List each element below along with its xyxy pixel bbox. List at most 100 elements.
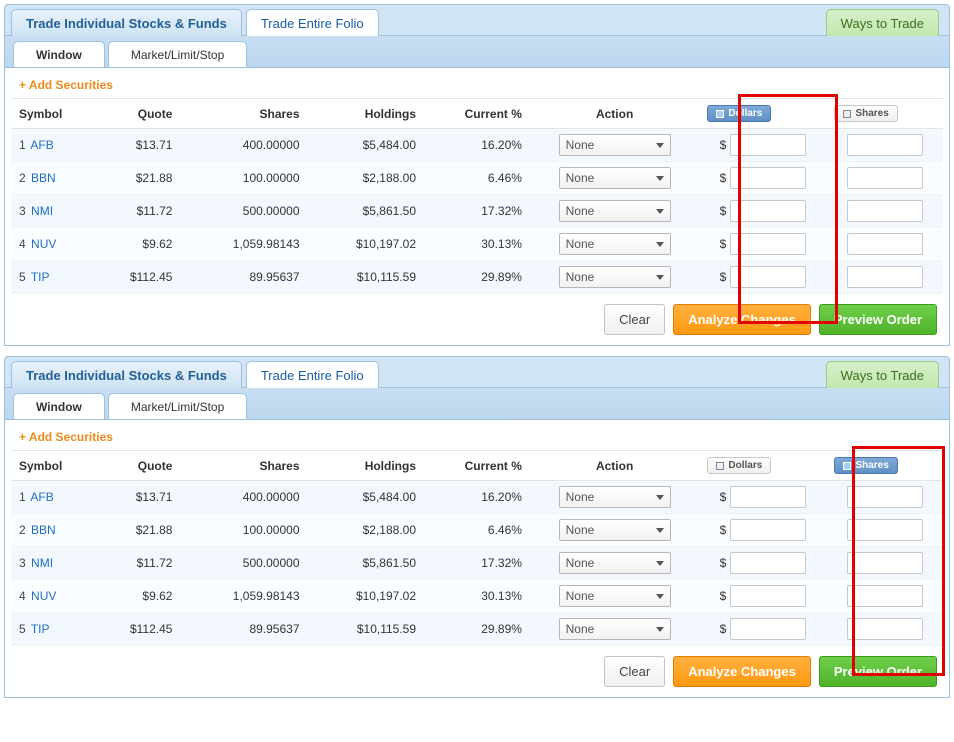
action-select[interactable]: None <box>559 233 671 255</box>
symbol-link[interactable]: TIP <box>31 270 50 284</box>
cell-shares: 400.00000 <box>180 481 307 514</box>
symbol-link[interactable]: AFB <box>30 490 53 504</box>
top-tabs: Trade Individual Stocks & Funds Trade En… <box>5 5 949 35</box>
shares-input[interactable] <box>847 552 923 574</box>
cell-dollars: $ <box>699 261 826 294</box>
dollars-toggle[interactable]: Dollars <box>707 105 771 122</box>
clear-button[interactable]: Clear <box>604 304 665 335</box>
dollars-input[interactable] <box>730 486 806 508</box>
grid-body-2: 1 AFB$13.71400.00000$5,484.0016.20%None$… <box>11 481 943 646</box>
dollars-input[interactable] <box>730 519 806 541</box>
dollars-input[interactable] <box>730 167 806 189</box>
cell-shares: 500.00000 <box>180 195 307 228</box>
symbol-link[interactable]: NMI <box>31 204 53 218</box>
action-select[interactable]: None <box>559 266 671 288</box>
shares-toggle[interactable]: Shares <box>834 457 897 474</box>
action-select[interactable]: None <box>559 167 671 189</box>
shares-input[interactable] <box>847 585 923 607</box>
symbol-link[interactable]: TIP <box>31 622 50 636</box>
action-select[interactable]: None <box>559 200 671 222</box>
tab-trade-individual[interactable]: Trade Individual Stocks & Funds <box>11 9 242 36</box>
analyze-changes-button[interactable]: Analyze Changes <box>673 656 811 687</box>
action-select-value: None <box>566 171 595 185</box>
tab-trade-folio[interactable]: Trade Entire Folio <box>246 9 379 36</box>
cell-shares: 89.95637 <box>180 261 307 294</box>
shares-input[interactable] <box>847 200 923 222</box>
subtab-window[interactable]: Window <box>13 393 105 419</box>
col-dollars: Dollars <box>699 99 826 129</box>
row-index: 5 <box>19 622 26 636</box>
shares-input[interactable] <box>847 134 923 156</box>
action-select[interactable]: None <box>559 585 671 607</box>
col-quote: Quote <box>96 99 181 129</box>
cell-shares-input <box>826 129 943 162</box>
symbol-link[interactable]: NUV <box>31 237 56 251</box>
symbol-link[interactable]: BBN <box>31 171 56 185</box>
col-holdings: Holdings <box>308 99 425 129</box>
subtab-market-limit-stop[interactable]: Market/Limit/Stop <box>108 41 247 67</box>
preview-order-button[interactable]: Preview Order <box>819 304 937 335</box>
cell-holdings: $5,484.00 <box>308 129 425 162</box>
panel-content: + Add Securities Symbol Quote Shares Hol… <box>5 67 949 345</box>
cell-shares-input <box>826 228 943 261</box>
dollars-input[interactable] <box>730 233 806 255</box>
chevron-down-icon <box>656 242 664 247</box>
dollars-input[interactable] <box>730 200 806 222</box>
symbol-link[interactable]: BBN <box>31 523 56 537</box>
add-securities-link[interactable]: + Add Securities <box>11 426 943 450</box>
grid-body-1: 1 AFB$13.71400.00000$5,484.0016.20%None$… <box>11 129 943 294</box>
action-select[interactable]: None <box>559 618 671 640</box>
cell-action: None <box>530 261 699 294</box>
tab-ways-to-trade[interactable]: Ways to Trade <box>826 9 939 36</box>
symbol-link[interactable]: NMI <box>31 556 53 570</box>
add-securities-link[interactable]: + Add Securities <box>11 74 943 98</box>
cell-action: None <box>530 481 699 514</box>
shares-input[interactable] <box>847 266 923 288</box>
col-action: Action <box>530 451 699 481</box>
cell-symbol: 3 NMI <box>11 195 96 228</box>
shares-toggle-label: Shares <box>855 460 888 471</box>
action-buttons: Clear Analyze Changes Preview Order <box>11 646 943 687</box>
tab-trade-folio[interactable]: Trade Entire Folio <box>246 361 379 388</box>
action-select[interactable]: None <box>559 486 671 508</box>
cell-shares-input <box>826 195 943 228</box>
action-select[interactable]: None <box>559 134 671 156</box>
cell-action: None <box>530 580 699 613</box>
tab-trade-individual[interactable]: Trade Individual Stocks & Funds <box>11 361 242 388</box>
symbol-link[interactable]: AFB <box>30 138 53 152</box>
chevron-down-icon <box>656 528 664 533</box>
col-shares-input: Shares <box>826 99 943 129</box>
table-row: 2 BBN$21.88100.00000$2,188.006.46%None$ <box>11 162 943 195</box>
action-select[interactable]: None <box>559 552 671 574</box>
shares-toggle[interactable]: Shares <box>834 105 897 122</box>
dollars-toggle[interactable]: Dollars <box>707 457 771 474</box>
shares-input[interactable] <box>847 167 923 189</box>
analyze-changes-button[interactable]: Analyze Changes <box>673 304 811 335</box>
clear-button[interactable]: Clear <box>604 656 665 687</box>
shares-input[interactable] <box>847 519 923 541</box>
shares-input[interactable] <box>847 618 923 640</box>
dollars-input[interactable] <box>730 585 806 607</box>
grid-header-row: Symbol Quote Shares Holdings Current % A… <box>11 99 943 129</box>
dollars-input[interactable] <box>730 618 806 640</box>
shares-toggle-label: Shares <box>855 108 888 119</box>
dollars-input[interactable] <box>730 134 806 156</box>
dollars-input[interactable] <box>730 266 806 288</box>
cell-action: None <box>530 514 699 547</box>
shares-input[interactable] <box>847 486 923 508</box>
cell-current: 30.13% <box>424 228 530 261</box>
subtab-market-limit-stop[interactable]: Market/Limit/Stop <box>108 393 247 419</box>
cell-shares-input <box>826 547 943 580</box>
symbol-link[interactable]: NUV <box>31 589 56 603</box>
dollars-input[interactable] <box>730 552 806 574</box>
row-index: 2 <box>19 171 26 185</box>
cell-holdings: $2,188.00 <box>308 514 425 547</box>
action-select-value: None <box>566 523 595 537</box>
subtab-window[interactable]: Window <box>13 41 105 67</box>
table-row: 5 TIP$112.4589.95637$10,115.5929.89%None… <box>11 261 943 294</box>
sub-tabs: Window Market/Limit/Stop <box>5 35 949 67</box>
action-select[interactable]: None <box>559 519 671 541</box>
shares-input[interactable] <box>847 233 923 255</box>
tab-ways-to-trade[interactable]: Ways to Trade <box>826 361 939 388</box>
preview-order-button[interactable]: Preview Order <box>819 656 937 687</box>
